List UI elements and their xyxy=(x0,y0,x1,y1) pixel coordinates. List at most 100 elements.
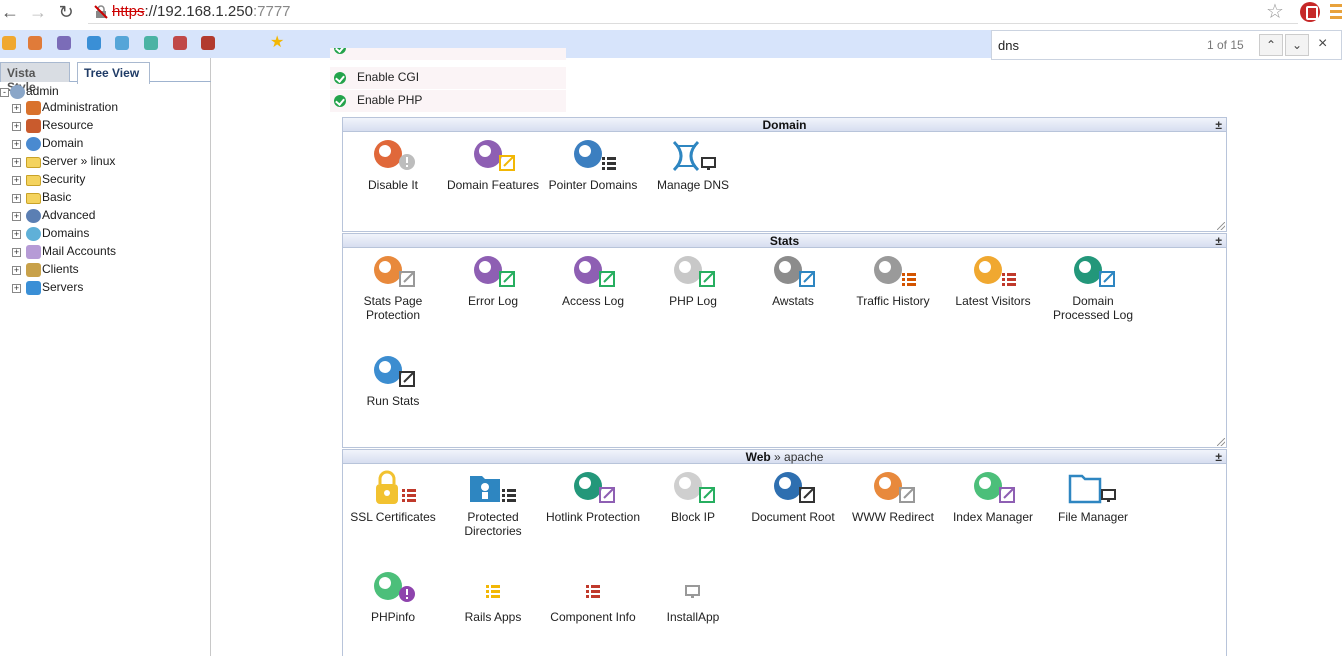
tile-access-log[interactable]: Access Log xyxy=(543,254,643,344)
toolbar-icon-box[interactable] xyxy=(87,36,101,50)
bookmark-star-icon[interactable]: ☆ xyxy=(1266,2,1284,22)
toggle-row-partial xyxy=(330,48,566,60)
expand-icon[interactable]: + xyxy=(12,266,21,275)
expand-icon[interactable]: + xyxy=(12,248,21,257)
adblock-icon[interactable] xyxy=(1300,2,1320,22)
tile-www-redirect[interactable]: WWW Redirect xyxy=(843,470,943,560)
mail-icon xyxy=(26,245,41,259)
tree-item-label: Servers xyxy=(42,280,84,294)
tree-item-server[interactable]: + Server » linux xyxy=(10,154,210,172)
find-next-button[interactable]: ⌄ xyxy=(1285,34,1309,56)
tile-component-info[interactable]: Component Info xyxy=(543,570,643,660)
panel-header: Web » apache ± xyxy=(343,450,1226,464)
tree-item-basic[interactable]: + Basic xyxy=(10,190,210,208)
tile-hotlink-protection[interactable]: Hotlink Protection xyxy=(543,470,643,560)
tree-item-administration[interactable]: + Administration xyxy=(10,100,210,118)
toggle-label: Enable PHP xyxy=(357,93,423,107)
back-arrow-icon[interactable]: ← xyxy=(0,2,20,22)
reload-icon[interactable]: ↻ xyxy=(56,2,76,22)
tree-item-security[interactable]: + Security xyxy=(10,172,210,190)
tree-item-domain[interactable]: + Domain xyxy=(10,136,210,154)
toolbar-icon-logout[interactable] xyxy=(201,36,215,50)
tile-php-log[interactable]: PHP Log xyxy=(643,254,743,344)
tab-vista-style[interactable]: Vista Style xyxy=(0,62,70,94)
expand-icon[interactable]: + xyxy=(12,104,21,113)
expand-icon[interactable]: + xyxy=(12,176,21,185)
tile-run-stats[interactable]: Run Stats xyxy=(343,354,443,444)
toolbar-icon-mail[interactable] xyxy=(57,36,71,50)
address-bar[interactable]: https://192.168.1.250:7777 xyxy=(88,0,1298,24)
tile-index-manager[interactable]: Index Manager xyxy=(943,470,1043,560)
tree-item-mail-accounts[interactable]: + Mail Accounts xyxy=(10,244,210,262)
tile-pointer-domains[interactable]: Pointer Domains xyxy=(543,138,643,228)
forward-arrow-icon[interactable]: → xyxy=(28,2,48,22)
tile-block-ip[interactable]: Block IP xyxy=(643,470,743,560)
tile-manage-dns[interactable]: Manage DNS xyxy=(643,138,743,228)
expand-icon[interactable]: + xyxy=(12,284,21,293)
clients-icon xyxy=(26,263,41,277)
expand-icon[interactable]: + xyxy=(12,122,21,131)
browser-menu-icon[interactable] xyxy=(1330,4,1342,20)
tile-disable-it[interactable]: Disable It xyxy=(343,138,443,228)
find-input[interactable] xyxy=(998,36,1188,54)
folder-icon xyxy=(26,157,41,168)
expand-icon[interactable]: + xyxy=(12,230,21,239)
resize-grip[interactable] xyxy=(1217,438,1225,446)
resize-grip[interactable] xyxy=(1217,222,1225,230)
tab-tree-view[interactable]: Tree View xyxy=(77,62,150,84)
tile-ssl-certificates[interactable]: SSL Certificates xyxy=(343,470,443,560)
collapse-icon[interactable]: - xyxy=(0,88,9,97)
globe-edit-icon xyxy=(774,256,815,287)
tile-label: Document Root xyxy=(751,510,835,524)
expand-icon[interactable]: + xyxy=(12,194,21,203)
toolbar-icon-resource[interactable] xyxy=(28,36,42,50)
tile-error-log[interactable]: Error Log xyxy=(443,254,543,344)
globe-edit-icon xyxy=(774,472,815,503)
tile-label: Access Log xyxy=(561,294,625,308)
tile-latest-visitors[interactable]: Latest Visitors xyxy=(943,254,1043,344)
check-icon xyxy=(334,95,346,107)
favorite-star-icon[interactable]: ★ xyxy=(270,34,284,52)
tile-installapp[interactable]: InstallApp xyxy=(643,570,743,660)
expand-icon[interactable]: + xyxy=(12,140,21,149)
panel-title: Domain xyxy=(762,118,807,132)
tile-domain-features[interactable]: Domain Features xyxy=(443,138,543,228)
toggle-row-enable-cgi[interactable]: Enable CGI xyxy=(330,67,566,89)
panel-collapse-toggle[interactable]: ± xyxy=(1215,118,1222,132)
tree-item-clients[interactable]: + Clients xyxy=(10,262,210,280)
toggle-row-enable-php[interactable]: Enable PHP xyxy=(330,90,566,112)
tile-file-manager[interactable]: File Manager xyxy=(1043,470,1143,560)
monitor-icon xyxy=(685,585,700,598)
tree-item-label: Domains xyxy=(42,226,90,240)
tree-item-advanced[interactable]: + Advanced xyxy=(10,208,210,226)
tile-traffic-history[interactable]: Traffic History xyxy=(843,254,943,344)
tile-protected-directories[interactable]: Protected Directories xyxy=(443,470,543,560)
tree-item-servers[interactable]: + Servers xyxy=(10,280,210,298)
tree-item-domains[interactable]: + Domains xyxy=(10,226,210,244)
folder-monitor-icon xyxy=(1068,474,1116,504)
find-previous-button[interactable]: ⌃ xyxy=(1259,34,1283,56)
toolbar-icon-network[interactable] xyxy=(115,36,129,50)
expand-icon[interactable]: + xyxy=(12,158,21,167)
globe-edit-icon xyxy=(374,256,415,287)
tree-item-resource[interactable]: + Resource xyxy=(10,118,210,136)
toolbar-icon-home[interactable] xyxy=(2,36,16,50)
panel-collapse-toggle[interactable]: ± xyxy=(1215,450,1222,464)
expand-icon[interactable]: + xyxy=(12,212,21,221)
toolbar-icon-domains[interactable] xyxy=(144,36,158,50)
tile-label: Domain Processed Log xyxy=(1052,294,1134,322)
tile-awstats[interactable]: Awstats xyxy=(743,254,843,344)
tile-domain-processed-log[interactable]: Domain Processed Log xyxy=(1043,254,1143,344)
tile-label: Rails Apps xyxy=(464,610,522,624)
tile-rails-apps[interactable]: Rails Apps xyxy=(443,570,543,660)
globe-edit-icon xyxy=(674,472,715,503)
tile-phpinfo[interactable]: PHPinfo xyxy=(343,570,443,660)
resource-icon xyxy=(26,119,41,133)
globe-edit-icon xyxy=(674,256,715,287)
toolbar-icon-user[interactable] xyxy=(173,36,187,50)
tile-stats-page-protection[interactable]: Stats Page Protection xyxy=(343,254,443,344)
panel-collapse-toggle[interactable]: ± xyxy=(1215,234,1222,248)
advanced-globe-icon xyxy=(26,209,41,223)
tile-document-root[interactable]: Document Root xyxy=(743,470,843,560)
find-close-icon[interactable]: × xyxy=(1318,35,1327,53)
